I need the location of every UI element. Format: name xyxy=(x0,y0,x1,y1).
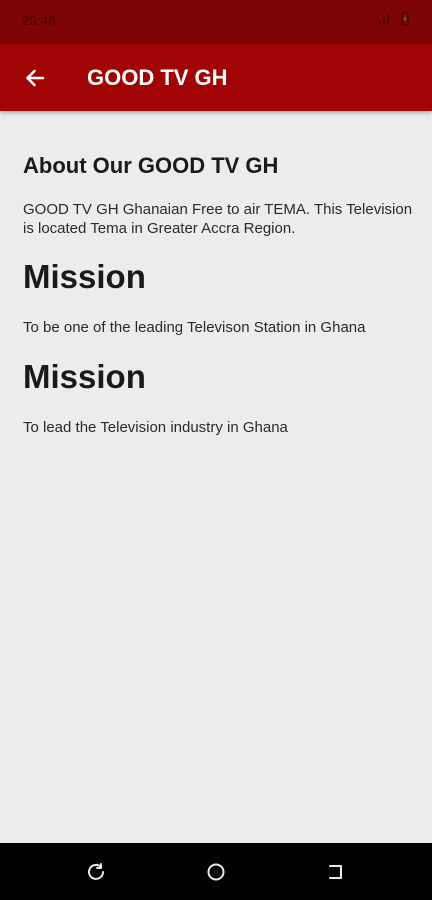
status-bar: 20:48 xyxy=(0,0,432,44)
app-title: GOOD TV GH xyxy=(87,65,228,90)
recent-apps-button[interactable] xyxy=(84,860,108,884)
recent-apps-icon xyxy=(88,863,104,880)
back-icon xyxy=(329,865,342,879)
signal-icon xyxy=(379,15,389,24)
back-button[interactable] xyxy=(18,61,52,95)
mission-heading: Mission xyxy=(23,258,146,295)
mission-text-2: To lead the Television industry in Ghana xyxy=(23,419,288,436)
system-nav-bar xyxy=(0,843,432,900)
mission-heading-2: Mission xyxy=(23,358,146,395)
status-time: 20:48 xyxy=(22,13,56,28)
home-icon xyxy=(207,863,225,881)
about-heading: About Our GOOD TV GH xyxy=(23,153,279,178)
app-bar: GOOD TV GH xyxy=(0,44,432,111)
battery-icon xyxy=(401,12,409,26)
arrow-left-icon xyxy=(26,69,45,87)
home-button[interactable] xyxy=(204,860,228,884)
nav-back-button[interactable] xyxy=(324,860,348,884)
mission-text: To be one of the leading Televison Stati… xyxy=(23,319,366,336)
about-text: GOOD TV GH Ghanaian Free to air TEMA. Th… xyxy=(23,201,413,237)
status-indicators xyxy=(378,12,410,26)
